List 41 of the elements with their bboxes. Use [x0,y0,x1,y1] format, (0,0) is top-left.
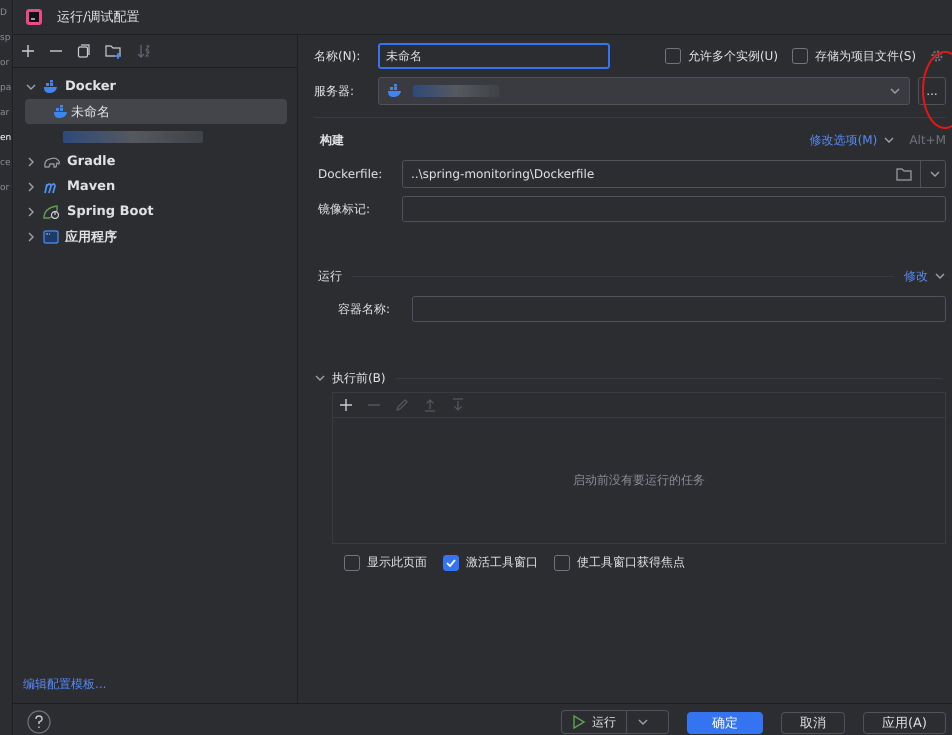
checkbox-label: 允许多个实例(U) [688,48,778,64]
section-title: 运行 [317,268,342,284]
checkbox-label: 存储为项目文件(S) [815,48,916,64]
run-button[interactable]: 运行 [560,710,669,734]
tree-item[interactable]: Docker [65,79,116,94]
tree-item[interactable]: 未命名 [71,102,110,120]
dialog-button[interactable]: 取消 [780,712,845,734]
background-text: ce [0,158,12,169]
dockerfile-field[interactable]: ..\spring-monitoring\Dockerfile [402,160,946,188]
modify-options-link[interactable]: 修改选项(M) [810,132,878,148]
background-text: pa [0,83,12,94]
modify-link[interactable]: 修改 [904,268,928,284]
field-label: 服务器: [314,82,356,100]
tree-item[interactable]: 应用程序 [65,228,117,246]
empty-message: 启动前没有要运行的任务 [573,472,705,489]
background-text: ar [0,108,10,119]
field-label: 镜像标记: [318,200,372,218]
background-text: D [0,8,8,19]
background-text: or [0,183,10,194]
window-title: 运行/调试配置 [57,9,140,26]
section-title: 构建 [318,132,344,148]
more-button[interactable]: ... [918,77,946,105]
background-text: en [0,133,12,144]
ok-button[interactable]: 确定 [686,712,763,734]
checkbox-label: 使工具窗口获得焦点 [577,554,685,571]
field-label: 容器名称: [338,300,392,318]
edit-templates-link[interactable]: 编辑配置模板... [13,676,297,703]
field-label: Dockerfile: [318,167,384,181]
selected-row[interactable]: 未命名 [25,99,287,124]
tree-item[interactable]: Gradle [67,154,116,169]
dialog-button[interactable]: 应用(A) [862,712,946,734]
background-text: or [0,58,10,69]
background-text: sp [0,33,12,44]
checkbox-label: 显示此页面 [367,554,427,571]
checkbox-label: 激活工具窗口 [466,554,538,571]
shortcut-hint: Alt+M [909,133,946,147]
name-field[interactable]: 未命名 [378,43,610,69]
tree-item[interactable]: Maven [67,179,116,194]
field-label: 名称(N): [314,48,362,64]
tree-item[interactable]: Spring Boot [67,204,154,219]
section-title: 执行前(B) [332,370,386,386]
